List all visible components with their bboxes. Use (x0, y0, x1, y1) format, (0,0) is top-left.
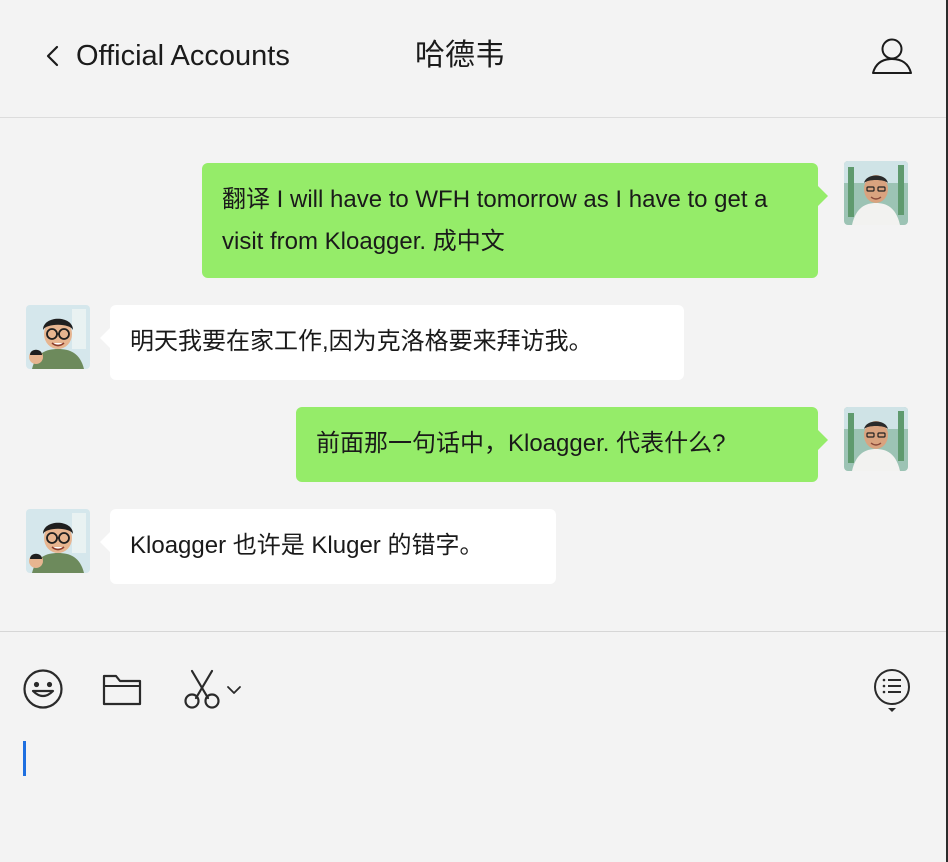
message-bubble-outgoing[interactable]: 前面那一句话中，Kloagger. 代表什么? (296, 407, 828, 482)
emoji-button[interactable] (22, 668, 64, 710)
message-bubble-outgoing[interactable]: 翻译 I will have to WFH tomorrow as I have… (202, 163, 828, 278)
contact-avatar[interactable] (26, 305, 90, 369)
message-text: 翻译 I will have to WFH tomorrow as I have… (222, 186, 768, 255)
composer-divider (0, 631, 946, 632)
profile-button[interactable] (870, 36, 914, 76)
chevron-left-icon (46, 45, 59, 67)
message-bubble-incoming[interactable]: Kloagger 也许是 Kluger 的错字。 (100, 509, 556, 584)
chat-history-icon (874, 669, 910, 712)
message-text: 前面那一句话中，Kloagger. 代表什么? (316, 430, 726, 457)
message-text: 明天我要在家工作,因为克洛格要来拜访我。 (130, 328, 593, 355)
message-bubble-incoming[interactable]: 明天我要在家工作,因为克洛格要来拜访我。 (100, 305, 684, 380)
chat-header: Official Accounts 哈德韦 (0, 0, 946, 118)
scissors-icon (184, 669, 220, 709)
back-button[interactable]: Official Accounts (44, 36, 290, 76)
back-label: Official Accounts (76, 39, 290, 72)
chat-title: 哈德韦 (415, 39, 505, 72)
text-caret (23, 741, 26, 776)
my-avatar[interactable] (844, 407, 908, 471)
person-icon (872, 38, 912, 74)
my-avatar[interactable] (844, 161, 908, 225)
folder-icon (102, 674, 142, 706)
message-input[interactable] (0, 720, 946, 862)
chevron-down-icon[interactable] (226, 685, 242, 695)
chat-history-button[interactable] (872, 668, 912, 714)
message-text: Kloagger 也许是 Kluger 的错字。 (130, 532, 484, 559)
contact-avatar[interactable] (26, 509, 90, 573)
message-list[interactable]: 翻译 I will have to WFH tomorrow as I have… (0, 118, 946, 631)
file-button[interactable] (102, 672, 142, 706)
screenshot-button[interactable] (182, 668, 244, 710)
emoji-icon (23, 669, 63, 709)
